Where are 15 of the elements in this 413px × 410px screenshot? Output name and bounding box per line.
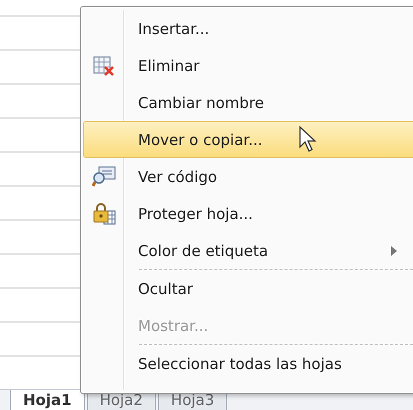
menu-item[interactable]: Color de etiqueta xyxy=(83,232,413,269)
padlock-icon xyxy=(92,202,116,226)
menu-item[interactable]: Mover o copiar... xyxy=(83,121,413,158)
menu-item[interactable]: Insertar... xyxy=(83,10,413,47)
menu-item[interactable]: Seleccionar todas las hojas xyxy=(83,345,413,382)
magnifier-document-icon xyxy=(92,166,116,188)
delete-sheet-icon xyxy=(93,54,115,76)
menu-item[interactable]: Ver código xyxy=(83,158,413,195)
sheet-tab[interactable]: Hoja1 xyxy=(10,390,85,410)
submenu-arrow-icon xyxy=(391,246,397,256)
menu-item[interactable]: Ocultar xyxy=(83,270,413,307)
mouse-cursor-icon xyxy=(299,126,317,152)
menu-item[interactable]: Eliminar xyxy=(83,47,413,84)
menu-item[interactable]: Cambiar nombre xyxy=(83,84,413,121)
menu-item[interactable]: Proteger hoja... xyxy=(83,195,413,232)
